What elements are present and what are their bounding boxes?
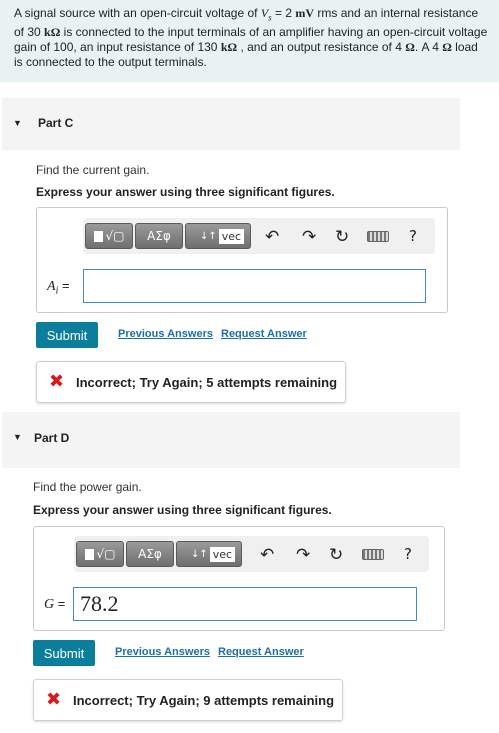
templates-button[interactable]: √▢ xyxy=(85,223,133,249)
part-c-submit-button[interactable]: Submit xyxy=(36,322,98,348)
part-d-feedback-message: Incorrect; Try Again; 9 attempts remaini… xyxy=(73,693,335,708)
part-d-instruction: Express your answer using three signific… xyxy=(33,503,332,517)
part-c-feedback: ✖ Incorrect; Try Again; 5 attempts remai… xyxy=(36,361,346,403)
vector-button[interactable]: ↓↑ vec xyxy=(185,223,251,249)
incorrect-icon: ✖ xyxy=(49,371,65,392)
reset-icon[interactable]: ↻ xyxy=(335,227,349,247)
reset-icon[interactable]: ↻ xyxy=(329,545,343,565)
incorrect-icon: ✖ xyxy=(46,689,62,710)
part-d-prompt: Find the power gain. xyxy=(33,480,142,494)
part-c-request-answer-link[interactable]: Request Answer xyxy=(221,328,307,340)
part-d-header[interactable]: ▼ Part D xyxy=(2,412,460,468)
vec-label: vec xyxy=(209,546,236,562)
problem-text-6: . A 4 xyxy=(414,40,443,55)
undo-icon[interactable]: ↶ xyxy=(265,227,279,247)
template-square-icon xyxy=(93,230,103,242)
variable-symbol: G xyxy=(44,597,55,612)
part-c-math-toolbar: √▢ ΑΣφ ↓↑ vec ↶ ↷ ↻ ? xyxy=(83,218,435,254)
part-c-answer-box: √▢ ΑΣφ ↓↑ vec ↶ ↷ ↻ ? Ai = xyxy=(36,207,448,313)
greek-symbols-button[interactable]: ΑΣφ xyxy=(126,541,174,567)
variable-symbol: A xyxy=(47,279,56,294)
problem-statement: A signal source with an open-circuit vol… xyxy=(0,0,499,82)
part-c-previous-answers-link[interactable]: Previous Answers xyxy=(118,328,213,340)
keyboard-icon[interactable] xyxy=(362,549,384,560)
part-c-answer-input[interactable] xyxy=(83,269,426,303)
part-c-prompt: Find the current gain. xyxy=(36,163,150,177)
undo-icon[interactable]: ↶ xyxy=(260,545,274,565)
part-d-math-toolbar: √▢ ΑΣφ ↓↑ vec ↶ ↷ ↻ ? xyxy=(74,536,429,572)
vec-label: vec xyxy=(218,228,245,244)
templates-button[interactable]: √▢ xyxy=(76,541,124,567)
mv-unit: mV xyxy=(295,6,315,20)
vector-button[interactable]: ↓↑ vec xyxy=(176,541,242,567)
problem-text-2: = 2 xyxy=(271,6,296,20)
help-icon[interactable]: ? xyxy=(404,545,412,563)
templates-icon: √▢ xyxy=(105,229,125,243)
part-c-feedback-message: Incorrect; Try Again; 5 attempts remaini… xyxy=(76,375,338,390)
problem-text-5: , and an output resistance of 4 xyxy=(237,40,406,55)
kohm-unit-1: kΩ xyxy=(44,25,61,40)
part-c-instruction: Express your answer using three signific… xyxy=(36,185,335,199)
greek-symbols-label: ΑΣφ xyxy=(138,547,162,561)
equals-sign: = xyxy=(54,596,66,611)
part-d-answer-box: √▢ ΑΣφ ↓↑ vec ↶ ↷ ↻ ? G = 78.2 xyxy=(33,526,445,631)
part-d-submit-button[interactable]: Submit xyxy=(33,640,95,666)
part-d-variable-label: G = xyxy=(44,596,65,613)
redo-icon[interactable]: ↷ xyxy=(296,545,310,565)
keyboard-icon[interactable] xyxy=(367,231,389,242)
part-c-variable-label: Ai = xyxy=(47,278,70,297)
equals-sign: = xyxy=(58,278,70,293)
ohm-unit-2: Ω xyxy=(442,40,452,55)
part-d-feedback: ✖ Incorrect; Try Again; 9 attempts remai… xyxy=(33,679,343,721)
part-d-request-answer-link[interactable]: Request Answer xyxy=(218,646,304,658)
arrows-icon: ↓↑ xyxy=(191,548,208,560)
template-square-icon xyxy=(84,548,94,560)
greek-symbols-label: ΑΣφ xyxy=(147,229,171,243)
part-c-title: Part C xyxy=(38,116,74,130)
arrows-icon: ↓↑ xyxy=(200,230,217,242)
part-c-header[interactable]: ▼ Part C xyxy=(2,98,460,150)
kohm-unit-2: kΩ xyxy=(220,40,238,55)
problem-text-1: A signal source with an open-circuit vol… xyxy=(14,6,261,20)
part-d-title: Part D xyxy=(34,431,70,445)
greek-symbols-button[interactable]: ΑΣφ xyxy=(135,223,183,249)
redo-icon[interactable]: ↷ xyxy=(302,227,316,247)
ohm-unit-1: Ω xyxy=(405,40,415,55)
help-icon[interactable]: ? xyxy=(409,227,417,245)
templates-icon: √▢ xyxy=(96,547,116,561)
collapse-caret-icon[interactable]: ▼ xyxy=(13,118,22,128)
part-d-previous-answers-link[interactable]: Previous Answers xyxy=(115,646,210,658)
collapse-caret-icon[interactable]: ▼ xyxy=(13,432,22,442)
part-d-answer-input[interactable]: 78.2 xyxy=(73,587,417,621)
